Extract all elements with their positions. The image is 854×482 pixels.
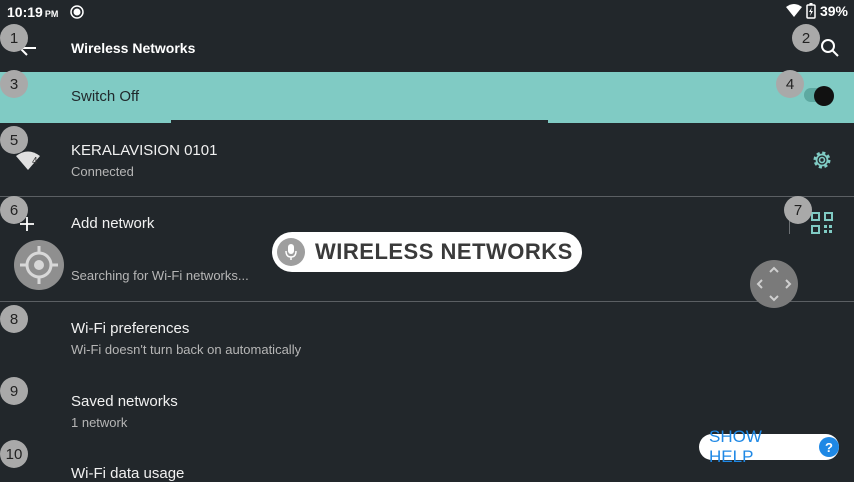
help-question-icon: ? — [819, 437, 839, 457]
status-clock: 10:19 PM — [7, 4, 58, 20]
label-badge: 3 — [0, 70, 28, 98]
move-arrows-button[interactable] — [750, 260, 798, 308]
show-help-button[interactable]: SHOW HELP ? — [699, 427, 839, 466]
wifi-signal-icon — [16, 151, 40, 170]
settings-summary: 1 network — [71, 415, 128, 430]
scan-progress-bar — [171, 120, 548, 123]
label-badge: 7 — [784, 196, 812, 224]
add-network-label: Add network — [71, 215, 155, 232]
master-switch-label: Switch Off — [71, 88, 140, 105]
settings-title: Saved networks — [71, 393, 178, 410]
status-bar — [0, 0, 854, 24]
network-status: Connected — [71, 164, 134, 179]
label-badge: 6 — [0, 196, 28, 224]
voice-label: WIRELESS NETWORKS — [315, 239, 573, 264]
status-ampm: PM — [44, 9, 59, 19]
label-badge: 9 — [0, 377, 28, 405]
label-badge: 1 — [0, 24, 28, 52]
page-title: Wireless Networks — [71, 40, 196, 56]
screen-record-icon — [70, 5, 84, 19]
battery-icon — [806, 3, 816, 19]
crosshair-icon — [20, 246, 58, 284]
signal-level: 4 — [32, 156, 38, 167]
status-right: 39% — [785, 3, 848, 19]
label-badge: 2 — [792, 24, 820, 52]
move-arrows-icon — [756, 266, 792, 302]
battery-percent: 39% — [819, 3, 848, 19]
label-badge: 4 — [776, 70, 804, 98]
settings-summary: Wi-Fi doesn't turn back on automatically — [71, 342, 302, 357]
wifi-status-icon — [785, 4, 802, 17]
network-row[interactable] — [0, 124, 854, 196]
toggle-thumb[interactable] — [814, 86, 834, 106]
crosshair-button[interactable] — [14, 240, 64, 290]
scanning-text: Searching for Wi-Fi networks... — [71, 268, 249, 283]
voice-command-pill: WIRELESS NETWORKS — [272, 232, 582, 272]
network-name: KERALAVISION 0101 — [71, 142, 218, 159]
gear-icon[interactable] — [810, 148, 834, 172]
qr-code-icon[interactable] — [811, 212, 833, 234]
mic-icon[interactable] — [277, 238, 305, 266]
help-label: SHOW HELP — [709, 427, 762, 466]
label-badge: 5 — [0, 126, 28, 154]
status-time: 10:19 — [7, 4, 43, 20]
settings-title: Wi-Fi preferences — [71, 320, 190, 337]
search-icon[interactable] — [818, 36, 842, 60]
settings-title: Wi-Fi data usage — [71, 465, 185, 482]
label-badge: 8 — [0, 305, 28, 333]
label-badge: 10 — [0, 440, 28, 468]
